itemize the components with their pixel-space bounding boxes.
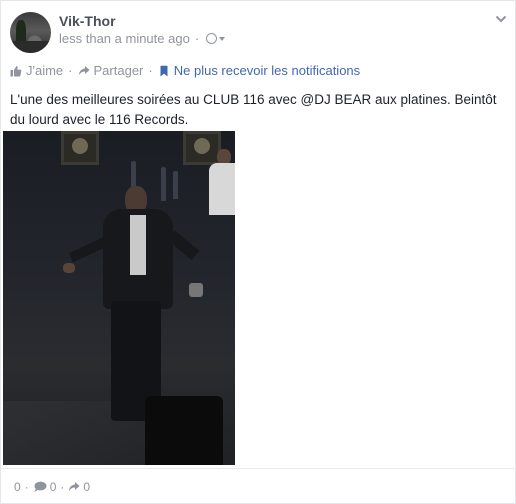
like-button[interactable]: J'aime — [10, 63, 63, 78]
post-timestamp[interactable]: less than a minute ago — [59, 31, 190, 46]
caret-down-icon — [219, 36, 226, 41]
share-arrow-icon — [78, 65, 90, 75]
likes-count: 0 — [14, 480, 21, 494]
wall-frame — [61, 131, 99, 165]
unfollow-notifications-button[interactable]: Ne plus recevoir les notifications — [158, 63, 360, 78]
author-name[interactable]: Vik-Thor — [59, 13, 116, 29]
post-stats: 0 · 0 · 0 — [14, 480, 90, 494]
comment-icon — [33, 481, 47, 492]
unfollow-label: Ne plus recevoir les notifications — [173, 63, 361, 78]
action-separator: · — [148, 63, 153, 78]
post-meta: less than a minute ago · — [59, 31, 226, 46]
post-text: L'une des meilleures soirées au CLUB 116… — [10, 92, 497, 127]
shares-count: 0 — [83, 480, 91, 494]
share-button[interactable]: Partager — [78, 63, 144, 78]
share-arrow-icon — [69, 482, 80, 492]
likes-count-button[interactable]: 0 — [14, 480, 21, 494]
thumbs-up-icon — [10, 65, 22, 76]
action-separator: · — [68, 63, 73, 78]
share-label: Partager — [93, 63, 144, 78]
author-avatar[interactable] — [10, 12, 51, 53]
globe-icon — [206, 33, 218, 44]
wall-frame — [183, 131, 221, 165]
shares-count-button[interactable]: 0 — [68, 480, 90, 494]
privacy-selector[interactable] — [204, 33, 226, 44]
chevron-down-icon[interactable] — [495, 13, 507, 25]
post-footer: 0 · 0 · 0 — [1, 468, 516, 504]
meta-separator: · — [194, 31, 200, 46]
post-actions: J'aime · Partager · Ne plus recevoir les… — [10, 63, 360, 78]
comments-count: 0 — [49, 480, 57, 494]
bookmark-icon — [160, 65, 168, 76]
stats-separator: · — [24, 480, 29, 494]
stats-separator: · — [60, 480, 65, 494]
comments-count-button[interactable]: 0 — [33, 480, 57, 494]
like-label: J'aime — [26, 63, 64, 78]
post-card: Vik-Thor less than a minute ago · J'aime… — [0, 0, 516, 504]
post-photo[interactable] — [3, 131, 235, 465]
